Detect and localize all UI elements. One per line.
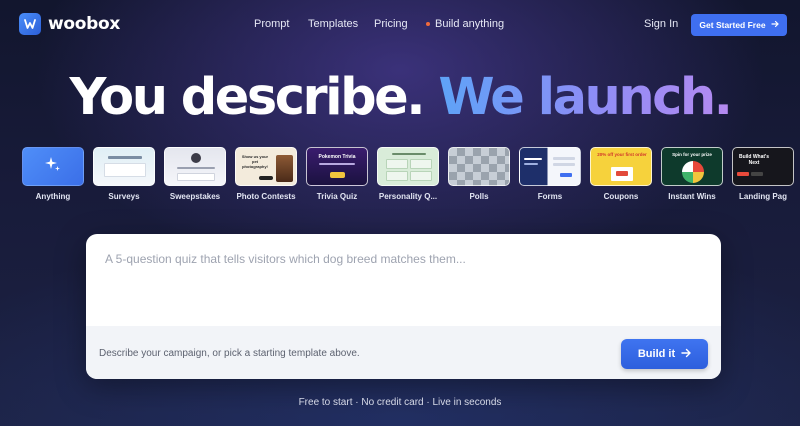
template-landing-page-thumb: Build What's Next [732, 147, 794, 186]
template-photo-contests-thumb: Show us your pet photography! [235, 147, 297, 186]
template-picker: Anything Surveys Sweepstakes Show us you… [0, 147, 800, 207]
nav-link-build-anything[interactable]: Build anything [426, 18, 504, 30]
template-label: Surveys [108, 192, 140, 201]
sparkles-icon [44, 155, 62, 178]
footer-note: Free to start · No credit card · Live in… [298, 397, 502, 408]
template-trivia-quiz[interactable]: Pokemon Trivia Trivia Quiz [306, 147, 368, 201]
thumb-text: Pokemon Trivia [318, 154, 356, 160]
template-sweepstakes[interactable]: Sweepstakes [164, 147, 226, 201]
template-coupons[interactable]: 20% off your first order Coupons [590, 147, 652, 201]
top-nav: woobox Prompt Templates Pricing Build an… [0, 0, 800, 50]
nav-link-build-anything-label: Build anything [435, 18, 505, 30]
logo[interactable]: woobox [19, 13, 120, 35]
template-label: Instant Wins [668, 192, 716, 201]
template-trivia-quiz-thumb: Pokemon Trivia [306, 147, 368, 186]
arrow-right-icon [770, 20, 779, 30]
thumb-text: Spin for your prize [672, 152, 712, 157]
template-label: Coupons [603, 192, 639, 201]
template-landing-page[interactable]: Build What's Next Landing Pag [732, 147, 794, 201]
template-label: Trivia Quiz [316, 192, 358, 201]
template-label: Forms [537, 192, 563, 201]
hero-headline-part2: We launch. [438, 68, 733, 127]
template-sweepstakes-thumb [164, 147, 226, 186]
template-instant-wins[interactable]: Spin for your prize Instant Wins [661, 147, 723, 201]
hero-headline-part1: You describe. [69, 68, 425, 127]
woobox-logo-icon [19, 13, 41, 35]
thumb-text: Build What's Next [738, 154, 770, 166]
thumb-text: 20% off your first order [597, 152, 647, 157]
prompt-hint: Describe your campaign, or pick a starti… [99, 348, 360, 359]
template-anything[interactable]: Anything [22, 147, 84, 201]
nav-link-pricing[interactable]: Pricing [374, 18, 408, 30]
template-polls-thumb [448, 147, 510, 186]
prompt-card: Describe your campaign, or pick a starti… [86, 234, 721, 379]
brand-name: woobox [48, 14, 121, 34]
template-anything-thumb [22, 147, 84, 186]
thumb-text: Show us your pet photography! [241, 154, 269, 169]
prompt-card-footer: Describe your campaign, or pick a starti… [86, 326, 721, 379]
nav-link-prompt[interactable]: Prompt [254, 18, 289, 30]
template-label: Photo Contests [236, 192, 296, 201]
get-started-label: Get Started Free [699, 20, 766, 30]
sign-in-link[interactable]: Sign In [644, 18, 678, 30]
template-coupons-thumb: 20% off your first order [590, 147, 652, 186]
template-forms-thumb [519, 147, 581, 186]
template-label: Personality Q... [378, 192, 438, 201]
new-dot-icon [426, 22, 430, 26]
template-surveys-thumb [93, 147, 155, 186]
build-it-label: Build it [637, 348, 676, 360]
template-label: Polls [469, 192, 489, 201]
template-instant-wins-thumb: Spin for your prize [661, 147, 723, 186]
template-label: Landing Pag [739, 192, 787, 201]
prompt-input[interactable] [86, 234, 721, 326]
template-polls[interactable]: Polls [448, 147, 510, 201]
arrow-right-icon [681, 348, 691, 361]
template-label: Sweepstakes [169, 192, 221, 201]
nav-link-templates[interactable]: Templates [308, 18, 358, 30]
template-label: Anything [35, 192, 71, 201]
build-it-button[interactable]: Build it [621, 339, 708, 369]
template-forms[interactable]: Forms [519, 147, 581, 201]
template-personality-quiz-thumb [377, 147, 439, 186]
template-personality-quiz[interactable]: Personality Q... [377, 147, 439, 201]
template-surveys[interactable]: Surveys [93, 147, 155, 201]
hero-headline: You describe. We launch. [0, 68, 800, 128]
get-started-button[interactable]: Get Started Free [691, 14, 787, 36]
template-photo-contests[interactable]: Show us your pet photography! Photo Cont… [235, 147, 297, 201]
